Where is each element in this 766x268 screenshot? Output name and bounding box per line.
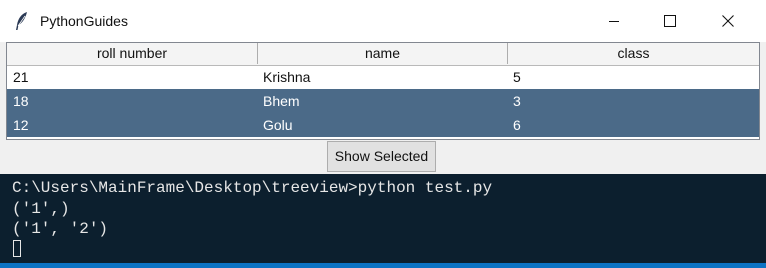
table-row-selected[interactable]: 18 Bhem 3 — [7, 89, 759, 113]
minimize-button[interactable] — [586, 0, 642, 42]
cell-class: 5 — [513, 69, 521, 85]
text-cursor — [13, 240, 21, 257]
table-header: roll number name class — [7, 43, 759, 66]
console-output-line: ('1', '2') — [12, 220, 109, 238]
window-title: PythonGuides — [40, 13, 128, 29]
column-header-name[interactable]: name — [258, 43, 508, 64]
table-row[interactable]: 21 Krishna 5 — [7, 65, 759, 89]
cell-roll-number: 21 — [13, 69, 29, 85]
close-button[interactable] — [700, 0, 756, 42]
cell-name: Golu — [263, 117, 293, 133]
cell-roll-number: 18 — [13, 93, 29, 109]
title-bar[interactable]: PythonGuides — [0, 0, 766, 42]
cell-class: 6 — [513, 117, 521, 133]
console-output-line: ('1',) — [12, 200, 70, 218]
maximize-button[interactable] — [642, 0, 698, 42]
console-output[interactable]: C:\Users\MainFrame\Desktop\treeview>pyth… — [0, 174, 766, 263]
app-window: PythonGuides roll number name class 21 K… — [0, 0, 766, 174]
console-command-line: C:\Users\MainFrame\Desktop\treeview>pyth… — [12, 179, 493, 197]
column-header-class[interactable]: class — [508, 43, 759, 64]
cell-class: 3 — [513, 93, 521, 109]
table-row-selected[interactable]: 12 Golu 6 — [7, 113, 759, 137]
cell-name: Bhem — [263, 93, 300, 109]
maximize-icon — [664, 15, 676, 27]
treeview-table[interactable]: roll number name class 21 Krishna 5 18 B… — [6, 42, 760, 140]
cell-name: Krishna — [263, 69, 311, 85]
show-selected-button[interactable]: Show Selected — [327, 141, 436, 172]
minimize-icon — [609, 21, 619, 22]
close-icon — [722, 15, 734, 27]
feather-icon — [16, 12, 27, 30]
column-header-roll-number[interactable]: roll number — [7, 43, 258, 64]
cell-roll-number: 12 — [13, 117, 29, 133]
taskbar-accent — [0, 263, 766, 268]
